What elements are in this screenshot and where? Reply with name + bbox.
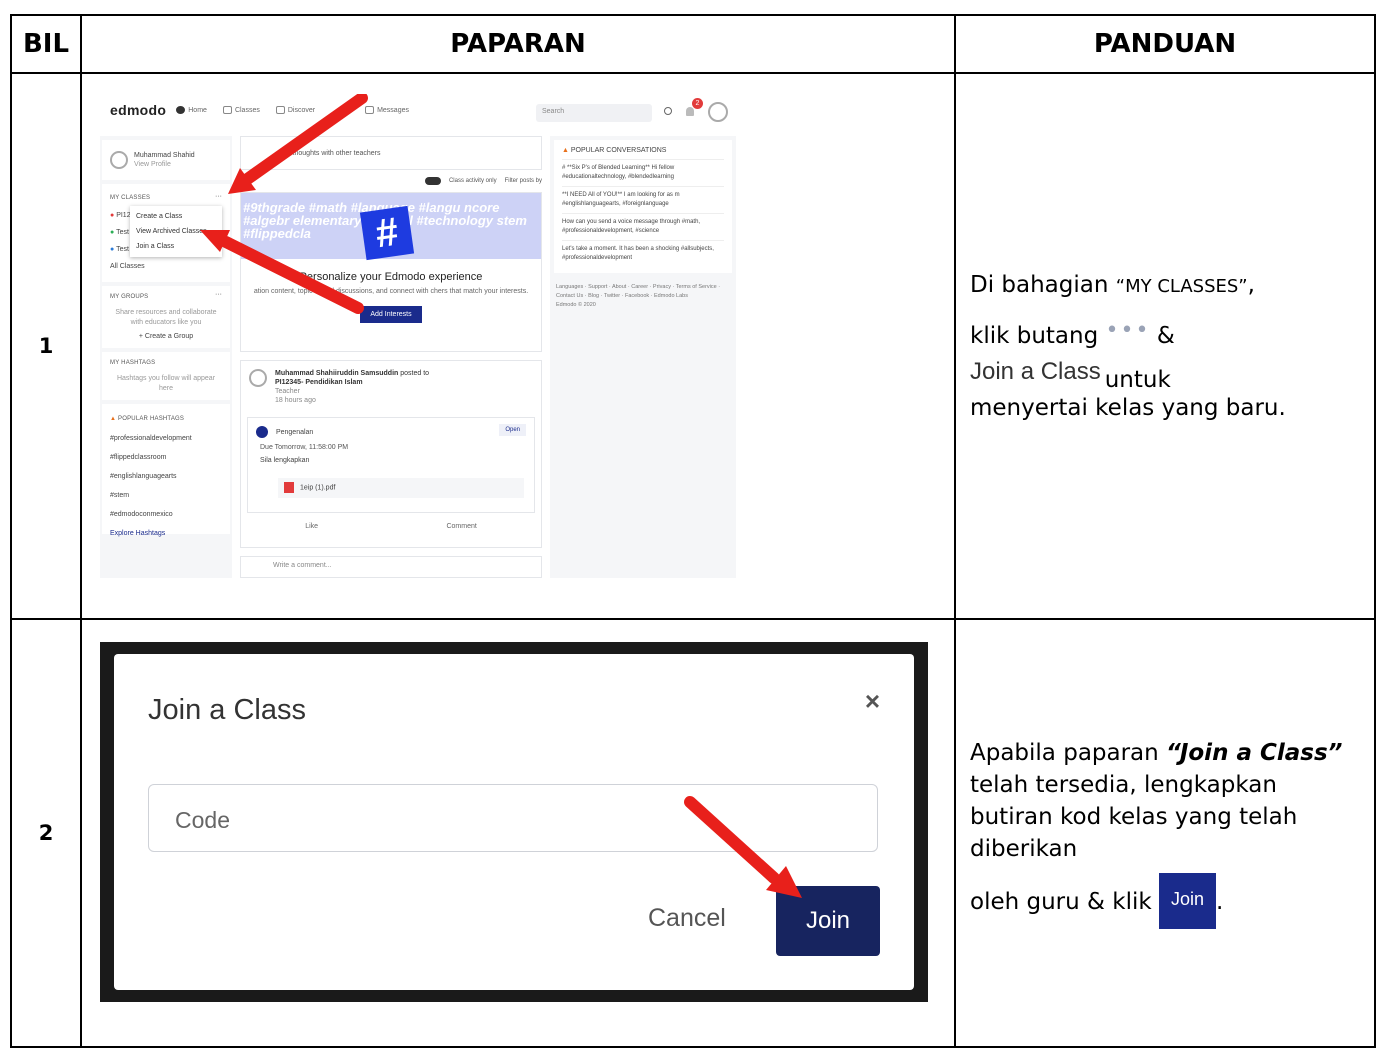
row-number: 1 — [10, 72, 82, 620]
join-a-class-label: Join a Class — [970, 357, 1101, 385]
edmodo-screenshot: edmodo Home Classes Discover Messages Se… — [100, 94, 736, 578]
header-panduan: PANDUAN — [954, 14, 1376, 74]
join-button-label: Join — [1159, 873, 1217, 929]
more-options-icon: ••• — [1105, 317, 1151, 343]
join-a-class-emphasis: “Join a Class” — [1166, 740, 1343, 766]
paparan-cell-2: Join a Class × Code Cancel Join — [80, 618, 956, 1048]
my-classes-quote: “MY CLASSES” — [1115, 275, 1248, 297]
arrow-to-join-class — [200, 230, 364, 314]
header-paparan: PAPARAN — [80, 14, 956, 74]
paparan-cell-1: edmodo Home Classes Discover Messages Se… — [80, 72, 956, 620]
arrow-to-more-options — [228, 94, 368, 194]
row-number: 2 — [10, 618, 82, 1048]
join-class-screenshot: Join a Class × Code Cancel Join — [100, 642, 928, 1002]
red-arrow-pointer — [684, 796, 802, 898]
panduan-cell-1: Di bahagian “MY CLASSES”, klik butang ••… — [954, 72, 1376, 620]
join-class-dialog: Join a Class × Code Cancel Join — [114, 654, 914, 990]
guide-row-2: 2 Join a Class × Code Cancel Join Apabil… — [10, 618, 1376, 1048]
guide-table: BIL PAPARAN PANDUAN 1 edmodo Home Classe… — [10, 14, 1376, 1048]
header-bil: BIL — [10, 14, 82, 74]
guide-row-1: 1 edmodo Home Classes Discover Messages … — [10, 72, 1376, 620]
panduan-cell-2: Apabila paparan “Join a Class” telah ter… — [954, 618, 1376, 1048]
red-arrow-pointer — [200, 94, 368, 314]
